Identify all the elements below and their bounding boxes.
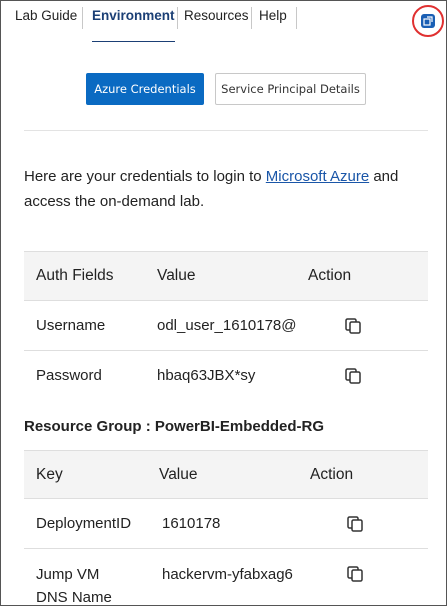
table-header-row: Auth Fields Value Action — [24, 251, 428, 301]
field-value: hbaq63JBX*sy — [157, 367, 256, 384]
column-header: Action — [310, 466, 354, 483]
table-row: DeploymentID 1610178 — [24, 499, 428, 549]
copy-icon[interactable] — [346, 515, 364, 533]
azure-credentials-button[interactable]: Azure Credentials — [86, 73, 204, 105]
divider — [24, 130, 428, 131]
copy-icon[interactable] — [344, 367, 362, 385]
lab-panel: Lab Guide Environment Resources Help Azu… — [0, 0, 447, 606]
key-name: DeploymentID — [36, 515, 132, 532]
resource-group-label: Resource Group : PowerBI-Embedded-RG — [24, 418, 325, 435]
key-value: hackervm-yfabxag6 — [162, 566, 293, 583]
table-row: Jump VM DNS Name hackervm-yfabxag6 — [24, 549, 428, 606]
table-header-row: Key Value Action — [24, 450, 428, 499]
column-header: Value — [159, 466, 198, 483]
column-header: Key — [36, 466, 63, 483]
copy-icon[interactable] — [344, 317, 362, 335]
tab-divider — [296, 7, 297, 29]
field-name: Password — [36, 367, 102, 384]
copy-icon[interactable] — [346, 565, 364, 583]
field-name: Username — [36, 317, 106, 334]
tab-help[interactable]: Help — [259, 1, 287, 43]
column-header: Value — [157, 267, 196, 284]
key-name-line: Jump VM — [36, 566, 100, 583]
column-header: Action — [308, 267, 352, 284]
key-name: Jump VM DNS Name — [36, 563, 112, 606]
tab-lab-guide[interactable]: Lab Guide — [15, 1, 77, 43]
tab-bar: Lab Guide Environment Resources Help — [1, 1, 446, 43]
key-name-line: DNS Name — [36, 589, 112, 606]
tab-resources[interactable]: Resources — [184, 1, 249, 43]
popout-icon[interactable] — [421, 14, 435, 28]
intro-text: Here are your credentials to login to — [24, 168, 266, 185]
tab-divider — [251, 7, 252, 29]
table-row: Username odl_user_1610178@ — [24, 301, 428, 351]
key-value: 1610178 — [162, 515, 221, 532]
credentials-intro: Here are your credentials to login to Mi… — [24, 164, 434, 214]
microsoft-azure-link[interactable]: Microsoft Azure — [266, 168, 369, 185]
tab-divider — [177, 7, 178, 29]
service-principal-details-button[interactable]: Service Principal Details — [215, 73, 366, 105]
column-header: Auth Fields — [36, 267, 114, 284]
tab-environment[interactable]: Environment — [92, 1, 175, 43]
table-row: Password hbaq63JBX*sy — [24, 351, 428, 401]
field-value: odl_user_1610178@ — [157, 317, 297, 334]
tab-divider — [82, 7, 83, 29]
